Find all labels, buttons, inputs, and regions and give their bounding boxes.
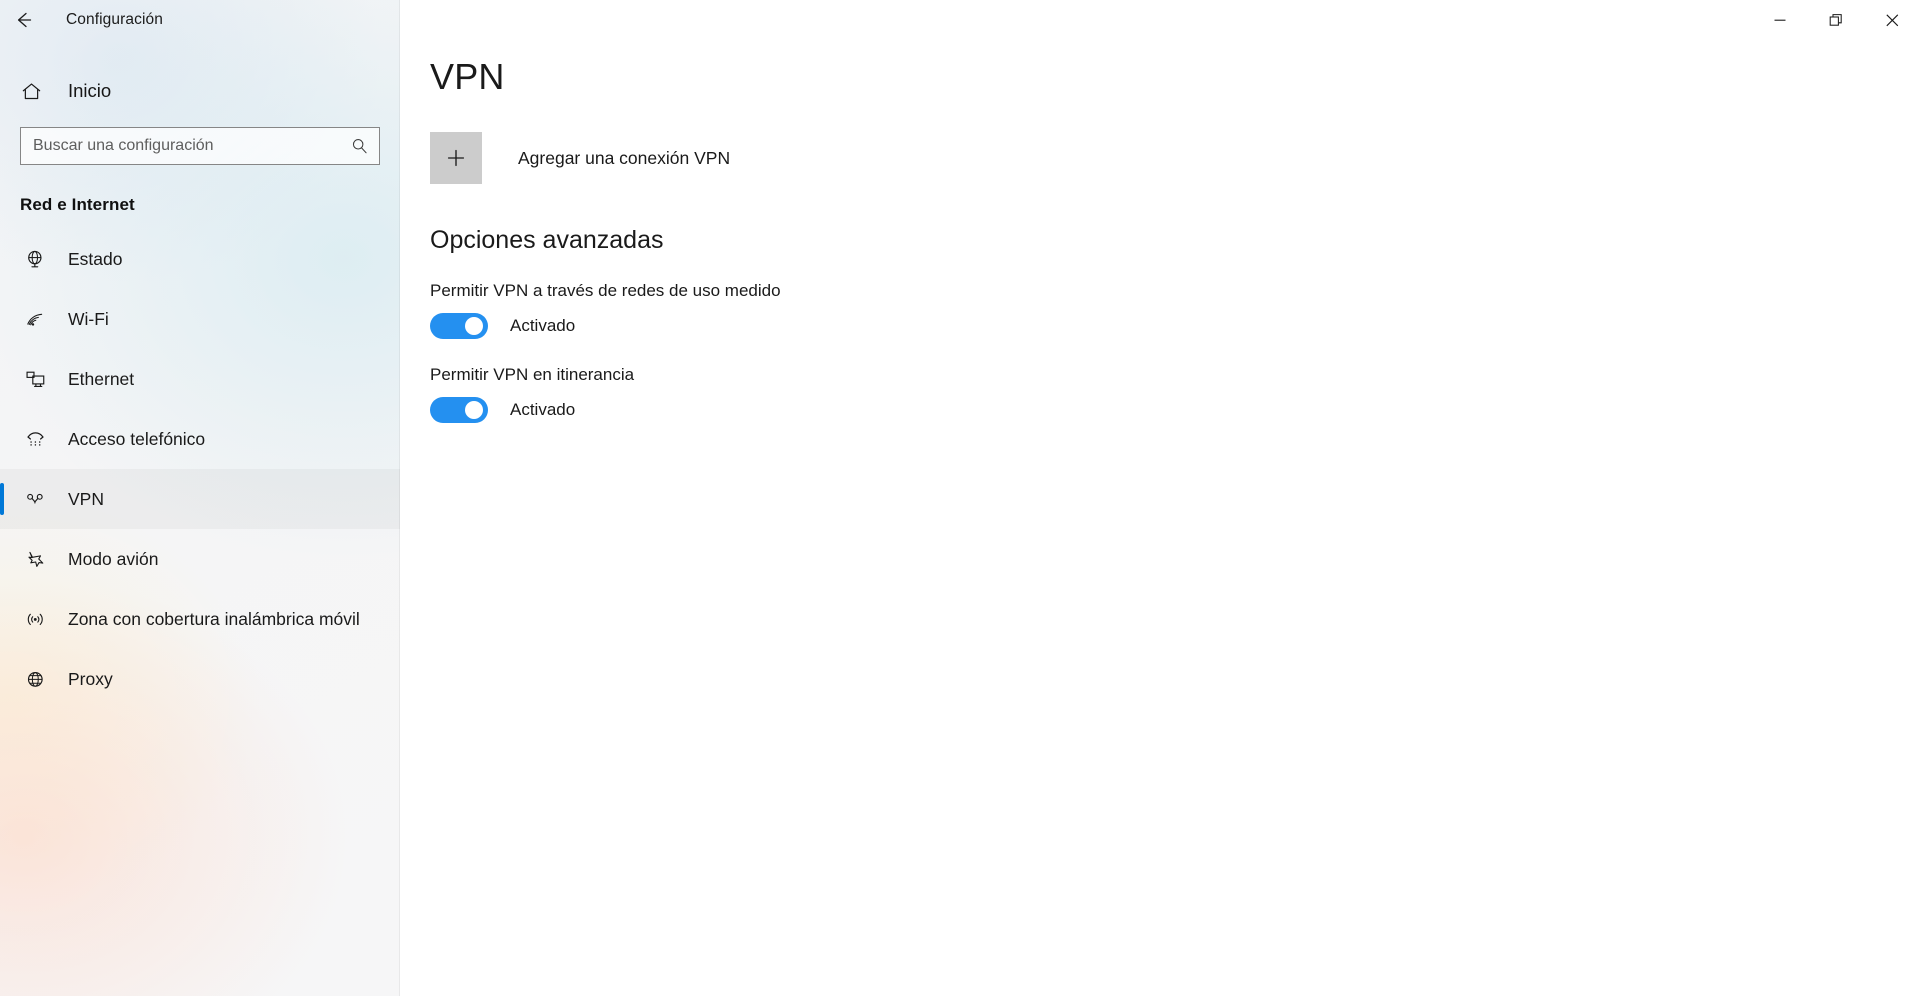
setting-roaming-label: Permitir VPN en itinerancia [430,365,635,384]
sidebar-item-wifi[interactable]: Wi-Fi [0,289,400,349]
toggle-metered-networks[interactable] [430,313,488,339]
sidebar-item-ethernet-label: Ethernet [68,368,135,389]
back-button[interactable] [0,0,46,40]
sidebar-item-home-label: Inicio [68,80,112,101]
search-input[interactable] [21,128,379,164]
toggle-roaming[interactable] [430,397,488,423]
setting-roaming-toggle-row[interactable]: Activado [430,397,1580,423]
globe-icon [20,668,50,691]
advanced-options-heading: Opciones avanzadas [430,226,664,254]
selection-indicator [0,483,4,515]
sidebar-item-vpn[interactable]: VPN [0,469,400,529]
setting-metered-networks-toggle-row[interactable]: Activado [430,313,1580,339]
sidebar-item-vpn-label: VPN [68,488,104,509]
setting-roaming: Permitir VPN en itinerancia Activado [400,339,1580,423]
airplane-icon [20,548,50,571]
search-icon[interactable] [351,138,368,155]
sidebar-item-ethernet[interactable]: Ethernet [0,349,400,409]
setting-metered-networks: Permitir VPN a través de redes de uso me… [400,255,1580,339]
sidebar-item-estado[interactable]: Estado [0,229,400,289]
minimize-button[interactable] [1752,0,1808,40]
restore-button[interactable] [1808,0,1864,40]
close-button[interactable] [1864,0,1920,40]
sidebar-item-hotspot[interactable]: Zona con cobertura inalámbrica móvil [0,589,400,649]
page-title: VPN [430,56,505,97]
setting-metered-networks-label: Permitir VPN a través de redes de uso me… [430,281,781,300]
sidebar-item-estado-label: Estado [68,248,123,269]
wifi-icon [20,308,50,331]
search-box[interactable] [20,127,380,165]
toggle-roaming-state: Activado [510,400,576,419]
home-icon [20,80,50,103]
globe-status-icon [20,248,50,271]
sidebar-item-modo-avion-label: Modo avión [68,548,159,569]
sidebar-item-home[interactable]: Inicio [0,69,400,113]
vpn-page: VPN Agregar una conexión VPN Opciones av… [400,0,1580,423]
toggle-knob [465,401,483,419]
window-controls [1752,0,1920,40]
settings-window: Configuración Inicio Buscar una configur… [0,0,1920,996]
add-vpn-connection-button[interactable]: Agregar una conexión VPN [400,98,1580,184]
dialup-phone-icon [20,428,50,451]
sidebar-item-acceso-telefonico-label: Acceso telefónico [68,428,206,449]
window-title: Configuración [66,11,163,28]
sidebar-item-proxy-label: Proxy [68,668,113,689]
sidebar-item-acceso-telefonico[interactable]: Acceso telefónico [0,409,400,469]
sidebar-nav: Estado Wi-Fi Ethernet Acceso telefónico … [0,229,400,709]
sidebar-item-proxy[interactable]: Proxy [0,649,400,709]
title-bar: Configuración [0,0,400,40]
hotspot-icon [20,608,50,631]
sidebar-item-wifi-label: Wi-Fi [68,308,109,329]
sidebar-item-hotspot-label: Zona con cobertura inalámbrica móvil [68,608,360,629]
main-content: VPN Agregar una conexión VPN Opciones av… [400,0,1920,996]
sidebar: Configuración Inicio Buscar una configur… [0,0,400,996]
sidebar-item-modo-avion[interactable]: Modo avión [0,529,400,589]
vpn-icon [20,488,50,511]
ethernet-icon [20,368,50,391]
plus-icon [430,132,482,184]
toggle-knob [465,317,483,335]
sidebar-group-title: Red e Internet [20,195,135,214]
search-container [0,113,400,165]
add-vpn-connection-label: Agregar una conexión VPN [518,147,731,168]
toggle-metered-networks-state: Activado [510,316,576,335]
